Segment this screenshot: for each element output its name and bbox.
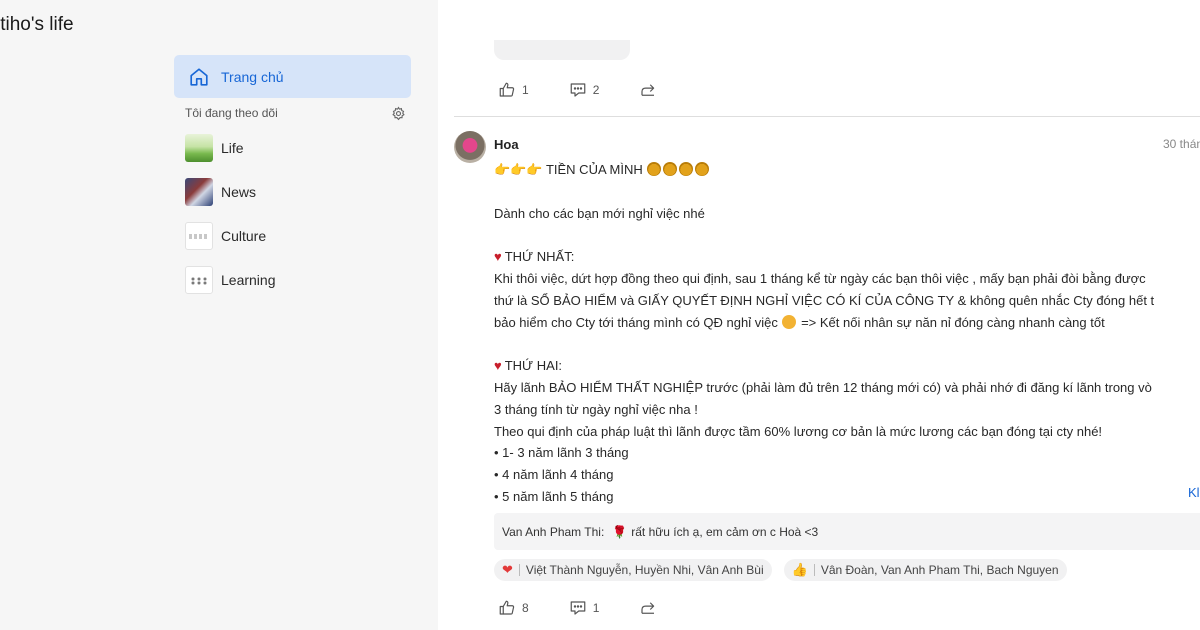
following-label: Tôi đang theo dõi <box>185 106 278 120</box>
read-more-link[interactable]: Kl <box>1188 485 1200 500</box>
smiling-face-icon <box>782 314 797 329</box>
comment-icon <box>570 83 586 97</box>
reaction-names: Việt Thành Nguyễn, Huyền Nhi, Vân Anh Bù… <box>525 563 764 577</box>
comment-count: 2 <box>592 83 600 97</box>
post-title-line: 👉👉👉 TIỀN CỦA MÌNH <box>494 159 1200 181</box>
thumbs-up-icon <box>499 82 515 97</box>
learning-thumbnail <box>185 266 213 294</box>
sidebar-item-life[interactable]: Life <box>174 126 411 170</box>
list-item: • 1- 3 năm lãnh 3 tháng <box>494 445 629 461</box>
comment-button[interactable]: 2 <box>569 81 600 99</box>
thumbs-up-reaction-icon: 👍 <box>791 562 808 577</box>
post-actions: 8 1 <box>498 599 703 617</box>
section-heading: ♥ THỨ NHẤT: <box>494 249 575 265</box>
section-heading: ♥ THỨ HAI: <box>494 358 563 374</box>
post-author[interactable]: Hoa <box>494 137 519 152</box>
app-title: itiho's life <box>0 14 74 35</box>
previous-reaction-pill[interactable] <box>494 40 630 60</box>
life-thumbnail <box>185 134 213 162</box>
following-header: Tôi đang theo dõi <box>174 105 411 121</box>
culture-thumbnail <box>185 222 213 250</box>
share-button[interactable] <box>639 81 663 99</box>
comment-icon <box>570 601 586 615</box>
post-divider <box>454 116 1200 117</box>
comment-text: rất hữu ích ạ, em cảm ơn c Hoà <3 <box>631 524 819 539</box>
money-bag-icon <box>647 162 662 176</box>
share-icon <box>641 602 655 614</box>
reaction-pill-like[interactable]: 👍 Vân Đoàn, Van Anh Pham Thi, Bach Nguye… <box>783 559 1067 581</box>
sidebar-item-culture[interactable]: Culture <box>174 214 411 258</box>
sidebar-item-label: Culture <box>221 228 267 244</box>
sidebar: Trang chủ Tôi đang theo dõi Life News Cu… <box>174 55 411 302</box>
list-item: • 5 năm lãnh 5 tháng <box>494 488 614 504</box>
paragraph-line: Theo qui định của pháp luật thì lãnh đượ… <box>494 423 1103 439</box>
avatar[interactable] <box>454 131 486 163</box>
post-time[interactable]: 30 thán <box>1163 137 1200 151</box>
paragraph-line: thứ là SỔ BẢO HIỂM và GIẤY QUYẾT ĐỊNH NG… <box>494 292 1155 308</box>
sidebar-item-label: Learning <box>221 272 276 288</box>
previous-post-actions: 1 2 <box>498 81 703 99</box>
sidebar-item-learning[interactable]: Learning <box>174 258 411 302</box>
comment-button[interactable]: 1 <box>569 599 600 617</box>
like-count: 1 <box>522 83 529 97</box>
money-bag-icon <box>695 162 710 176</box>
feed: 1 2 Hoa 30 thán 👉👉👉 TIỀN CỦA MÌNH Dành c… <box>438 0 1200 630</box>
heart-reaction-icon: ❤ <box>502 562 513 577</box>
comment-preview[interactable]: Van Anh Pham Thi: 🌹 rất hữu ích ạ, em cả… <box>494 513 1200 550</box>
like-count: 8 <box>522 601 529 615</box>
thumbs-up-icon <box>499 600 515 615</box>
post-title: TIỀN CỦA MÌNH <box>545 162 643 177</box>
upvote-button[interactable]: 8 <box>498 599 529 617</box>
sidebar-item-label: Life <box>221 140 244 156</box>
nav-home-label: Trang chủ <box>221 68 284 85</box>
reaction-names: Vân Đoàn, Van Anh Pham Thi, Bach Nguyen <box>820 563 1059 577</box>
rose-icon: 🌹 <box>612 524 628 539</box>
nav-home[interactable]: Trang chủ <box>174 55 411 98</box>
reaction-summary: ❤ Việt Thành Nguyễn, Huyền Nhi, Vân Anh … <box>494 559 1079 581</box>
sidebar-item-news[interactable]: News <box>174 170 411 214</box>
comment-count: 1 <box>592 601 600 615</box>
post-body: 👉👉👉 TIỀN CỦA MÌNH Dành cho các bạn mới n… <box>494 159 1200 508</box>
upvote-button[interactable]: 1 <box>498 81 529 99</box>
pointing-hand-icon: 👉👉👉 <box>494 162 543 177</box>
share-icon <box>641 84 655 96</box>
heart-icon: ♥ <box>494 249 502 265</box>
comment-author[interactable]: Van Anh Pham Thi: <box>502 525 604 539</box>
home-icon <box>190 67 208 86</box>
money-bag-icon <box>663 162 678 176</box>
previous-post-footer: 1 2 <box>438 0 1200 117</box>
paragraph-line: Khi thôi việc, dứt hợp đồng theo qui địn… <box>494 270 1146 286</box>
paragraph-line: Hãy lãnh BẢO HIỂM THẤT NGHIỆP trước (phả… <box>494 379 1152 395</box>
list-item: • 4 năm lãnh 4 tháng <box>494 467 614 483</box>
paragraph-line: 3 tháng tính từ ngày nghỉ việc nha ! <box>494 401 698 417</box>
news-thumbnail <box>185 178 213 206</box>
money-bag-icon <box>679 162 694 176</box>
reaction-pill-heart[interactable]: ❤ Việt Thành Nguyễn, Huyền Nhi, Vân Anh … <box>494 559 772 581</box>
share-button[interactable] <box>639 599 663 617</box>
paragraph-line: bảo hiểm cho Cty tới tháng mình có QĐ ng… <box>494 314 1105 330</box>
heart-icon: ♥ <box>494 358 502 374</box>
post-intro: Dành cho các bạn mới nghỉ việc nhé <box>494 205 705 221</box>
sidebar-item-label: News <box>221 184 257 200</box>
gear-icon[interactable] <box>391 106 406 121</box>
